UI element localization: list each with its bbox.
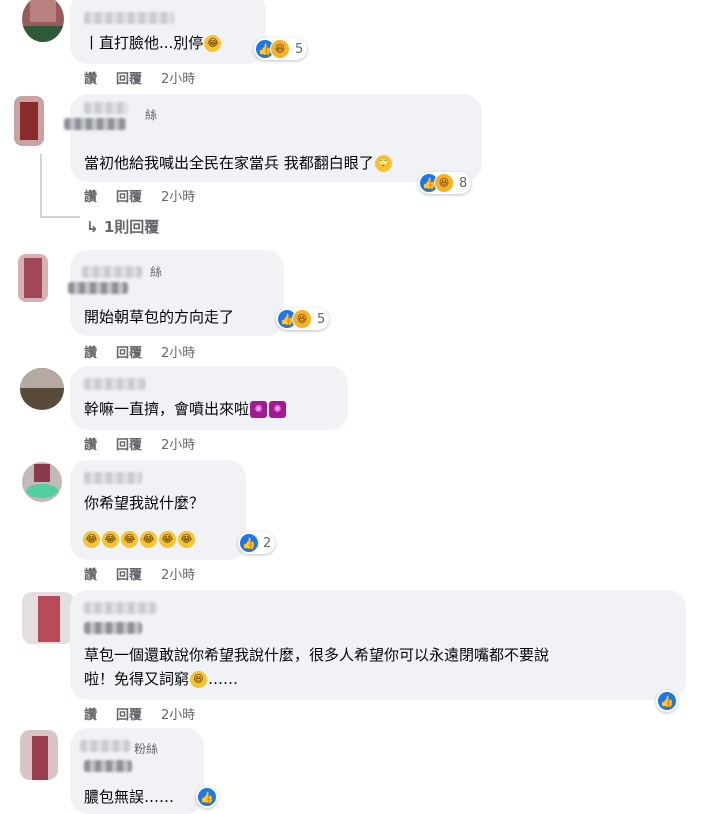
reaction-summary[interactable]: 👍 2 [238,532,276,554]
like-button[interactable]: 讚 [84,704,97,723]
comment-bubble: 粉絲 膿包無誤…… [70,728,204,814]
reaction-summary[interactable]: 👍 😆 5 [276,308,330,330]
comment-bubble: 絲 當初他給我喊出全民在家當兵 我都翻白眼了 🙄 [64,94,482,182]
reply-arrow-icon: ↳ [86,218,99,236]
comment-text: 草包一個還敢說你希望我說什麼，很多人希望你可以永遠閉嘴都不要說 [84,646,550,664]
rolling-laugh-emoji-icon: 😂 [178,531,195,548]
avatar[interactable] [22,592,74,644]
timestamp[interactable]: 2小時 [161,68,195,87]
comment-bubble: 幹嘛一直擠，會噴出來啦 ✺ ✺ [70,366,348,430]
comment-bubble: 絲 開始朝草包的方向走了 [68,250,284,336]
comment-actions: 讚回覆 2小時 [84,564,214,583]
firework-icon: ✺ [250,401,268,418]
comment-actions: 讚回覆 2小時 [84,186,214,205]
comment-actions: 讚回覆 2小時 [84,342,214,361]
reply-button[interactable]: 回覆 [116,342,142,361]
laughing-face-icon: 😆 [270,39,290,59]
commenter-name[interactable] [64,118,126,130]
avatar[interactable] [20,730,58,780]
avatar[interactable] [22,0,64,42]
rolling-laugh-emoji-icon: 😂 [159,531,176,548]
view-replies-link[interactable]: ↳ 1則回覆 [86,216,159,237]
avatar[interactable] [18,254,48,302]
fan-badge: 絲 [145,108,158,122]
thumbs-up-icon: 👍 [658,692,676,710]
commenter-name[interactable] [84,102,128,114]
timestamp[interactable]: 2小時 [161,564,195,583]
timestamp[interactable]: 2小時 [161,704,195,723]
comment-text: 開始朝草包的方向走了 [84,308,235,326]
rolling-laugh-emoji-icon: 😂 [102,531,119,548]
comment-text: 膿包無誤…… [84,788,175,806]
commenter-name[interactable] [84,472,142,484]
reaction-summary[interactable]: 👍 😆 8 [418,172,472,194]
timestamp[interactable]: 2小時 [161,434,195,453]
commenter-name[interactable] [82,266,142,278]
comment-text: 當初他給我喊出全民在家當兵 我都翻白眼了 🙄 [84,150,393,176]
reply-button[interactable]: 回覆 [116,434,142,453]
firework-icon: ✺ [269,401,287,418]
laughing-face-icon: 😆 [434,173,454,193]
comment-text: 丨直打臉他...別停 😂 [84,30,222,56]
like-button[interactable]: 讚 [84,564,97,583]
timestamp[interactable]: 2小時 [161,342,195,361]
rolling-laugh-emoji-icon: 😂 [140,531,157,548]
thumbs-up-icon: 👍 [240,534,258,552]
avatar[interactable] [14,96,44,146]
reaction-summary[interactable]: 👍 [656,690,678,712]
reply-button[interactable]: 回覆 [116,68,142,87]
comment-text: 你希望我說什麼？ [84,494,205,512]
commenter-name[interactable] [84,602,156,614]
timestamp[interactable]: 2小時 [161,186,195,205]
thread-line [40,154,42,218]
emoji-row: 😂 😂 😂 😂 😂 😂 [82,526,196,552]
commenter-name[interactable] [84,12,174,24]
reply-button[interactable]: 回覆 [116,564,142,583]
thread-line-foot [40,216,80,218]
rolling-laugh-emoji-icon: 😂 [121,531,138,548]
fan-badge: 粉絲 [134,742,159,756]
commenter-name[interactable] [84,760,132,772]
reaction-summary[interactable]: 👍 😆 5 [254,38,308,60]
reply-button[interactable]: 回覆 [116,186,142,205]
rolling-laugh-emoji-icon: 😂 [83,531,100,548]
eye-roll-emoji-icon: 🙄 [374,155,392,172]
like-button[interactable]: 讚 [84,186,97,205]
like-button[interactable]: 讚 [84,68,97,87]
reaction-summary[interactable]: 👍 [196,786,218,808]
rolling-laugh-emoji-icon: 😂 [204,35,222,52]
avatar[interactable] [20,368,64,410]
reply-button[interactable]: 回覆 [116,704,142,723]
comment-bubble: 草包一個還敢說你希望我說什麼，很多人希望你可以永遠閉嘴都不要說 啦！免得又詞窮 😆… [70,590,686,700]
commenter-name[interactable] [68,282,128,294]
commenter-name[interactable] [84,378,146,390]
laughing-face-icon: 😆 [190,671,208,688]
like-button[interactable]: 讚 [84,342,97,361]
comment-actions: 讚回覆 2小時 [84,704,214,723]
laughing-face-icon: 😆 [292,309,312,329]
comment-bubble: 丨直打臉他...別停 😂 [70,0,266,64]
comment-actions: 讚回覆 2小時 [84,434,214,453]
avatar[interactable] [22,462,62,502]
fan-badge: 絲 [150,265,163,279]
thumbs-up-icon: 👍 [198,788,216,806]
comment-bubble: 你希望我說什麼？ 😂 😂 😂 😂 😂 😂 [70,460,246,560]
comment-actions: 讚回覆 2小時 [84,68,214,87]
commenter-name[interactable] [84,622,142,634]
like-button[interactable]: 讚 [84,434,97,453]
comment-text: 啦！免得又詞窮 😆…… [84,670,239,688]
commenter-name[interactable] [80,740,130,752]
comment-text: 幹嘛一直擠，會噴出來啦 ✺ ✺ [84,396,287,422]
